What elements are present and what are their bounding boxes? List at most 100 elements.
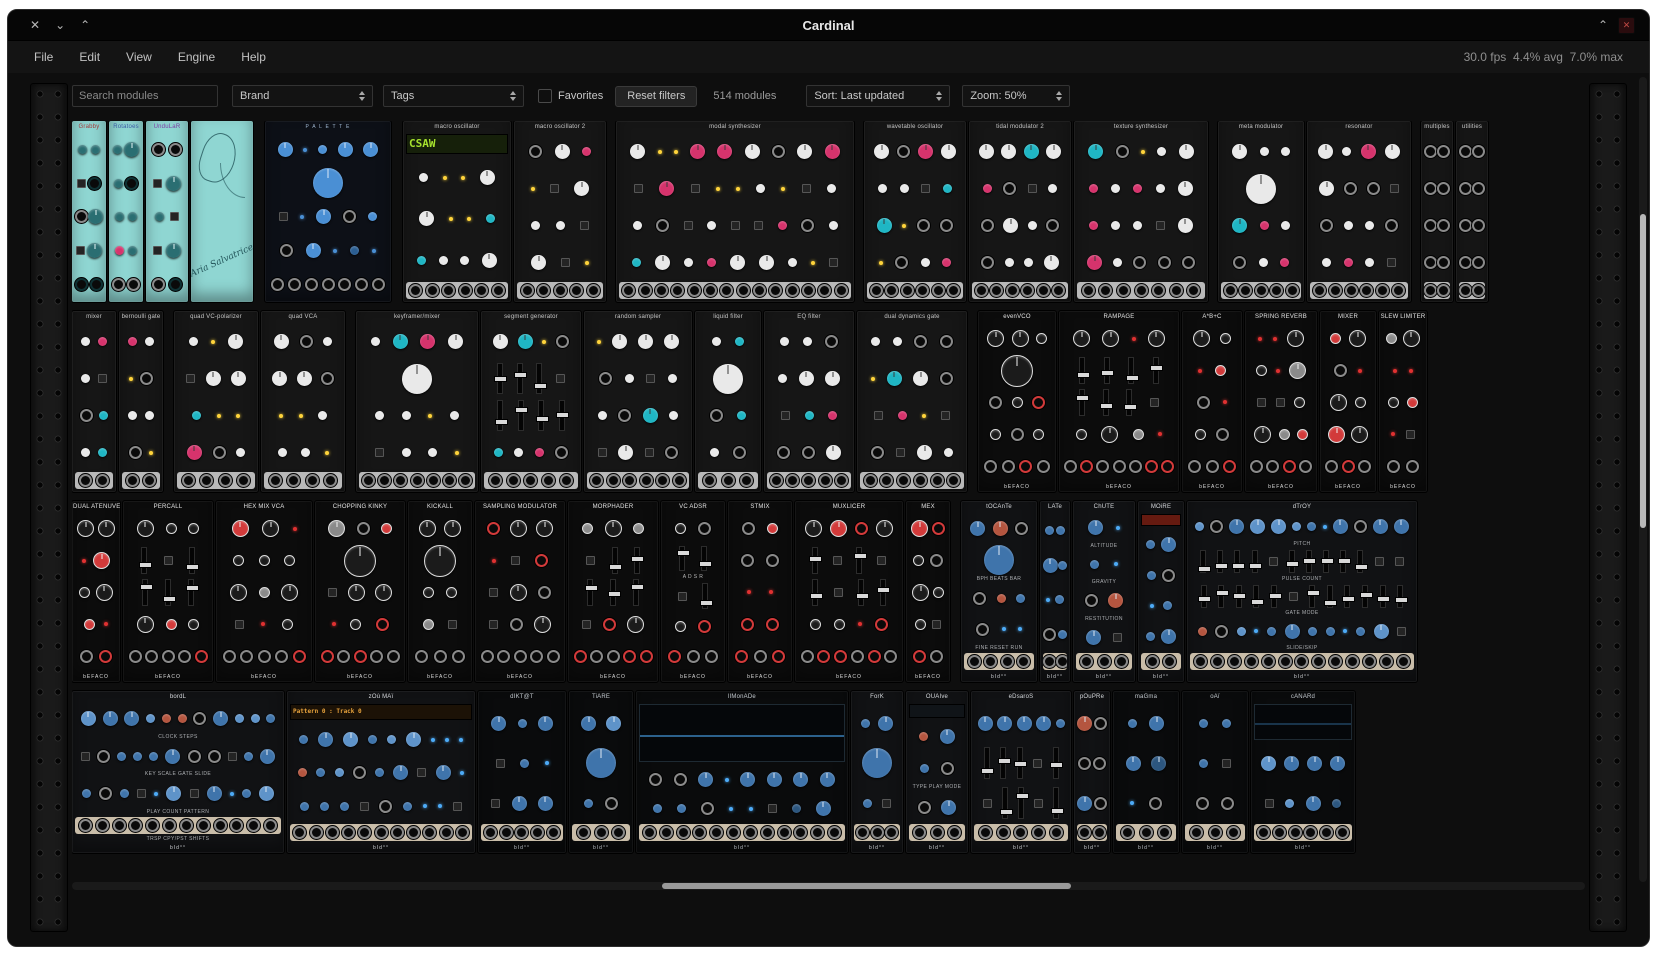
menu-file[interactable]: File <box>34 50 53 64</box>
panel-label: A D S R <box>663 574 723 581</box>
button <box>511 556 520 565</box>
module-title: MORPHADER <box>568 501 658 512</box>
knob <box>446 587 457 598</box>
tags-dropdown[interactable]: Tags <box>383 85 524 107</box>
module-mex[interactable]: MEXbEFACO <box>906 501 950 682</box>
menu-view[interactable]: View <box>126 50 152 64</box>
module-aria-salvatrice[interactable]: Aria Salvatrice <box>191 121 253 302</box>
search-input[interactable] <box>72 85 218 107</box>
module-tiare[interactable]: TiAREbId°° <box>569 691 633 853</box>
jack <box>801 650 814 663</box>
knob <box>919 732 928 741</box>
module-title: macro oscillator 2 <box>514 121 606 132</box>
module-bordl[interactable]: bordLCLOCK STEPSKEY SCALE GATE SLIDEPLAY… <box>72 691 284 853</box>
module-morphader[interactable]: MORPHADERbEFACO <box>568 501 658 682</box>
menu-edit[interactable]: Edit <box>79 50 100 64</box>
module-undular[interactable]: UnduLaR <box>146 121 188 302</box>
favorites-toggle[interactable]: Favorites <box>538 89 603 103</box>
menu-engine[interactable]: Engine <box>178 50 215 64</box>
module-edsaros[interactable]: eDsaroSbId°° <box>971 691 1071 853</box>
module-quad-vca[interactable]: quad VCA <box>261 311 345 492</box>
module-slew-limiter[interactable]: SLEW LIMITERbEFACO <box>1379 311 1427 492</box>
favorites-checkbox[interactable] <box>538 89 552 103</box>
module-grabby[interactable]: Grabby <box>72 121 106 302</box>
module-tocante[interactable]: tOCAnTeBPH BEATS BARFINE RESET RUNbId°° <box>961 501 1037 682</box>
module-muxlicer[interactable]: MUXLICERbEFACO <box>795 501 903 682</box>
module-keyframer-mixer[interactable]: keyframer/mixer <box>356 311 478 492</box>
module-bernoulli-gate[interactable]: bernoulli gate <box>119 311 163 492</box>
module-percall[interactable]: PERCALLbEFACO <box>123 501 213 682</box>
vertical-scrollbar-thumb[interactable] <box>1640 214 1646 528</box>
module-ouaive[interactable]: OUAIveTYPE PLAY MODEbId°° <box>906 691 968 853</box>
module-eq-filter[interactable]: EQ filter <box>764 311 854 492</box>
module-vc-adsr[interactable]: VC ADSRA D S RbEFACO <box>661 501 725 682</box>
module-moire[interactable]: MOiREbId°° <box>1138 501 1184 682</box>
jack <box>1145 460 1158 473</box>
module-dual-atenuverter[interactable]: DUAL ATENUVERTERbEFACO <box>72 501 120 682</box>
module-magma[interactable]: maGmabId°° <box>1113 691 1179 853</box>
module-modal-synthesizer[interactable]: modal synthesizer <box>616 121 854 302</box>
zoom-dropdown[interactable]: Zoom: 50% <box>962 85 1070 107</box>
module-limonade[interactable]: lIMonADebId°° <box>636 691 848 853</box>
button <box>1269 557 1278 566</box>
module-kickall[interactable]: KICKALLbEFACO <box>408 501 472 682</box>
module-dual-dynamics-gate[interactable]: dual dynamics gate <box>857 311 967 492</box>
horizontal-scrollbar-thumb[interactable] <box>662 883 1071 889</box>
module-hex-mix-vca[interactable]: HEX MIX VCAbEFACO <box>216 501 312 682</box>
module-title: segment generator <box>481 311 581 322</box>
module-macro-oscillator[interactable]: macro oscillatorCSAW <box>403 121 511 302</box>
module-rotatoes[interactable]: Rotatoes <box>109 121 143 302</box>
module-quad-vc-polarizer[interactable]: quad VC-polarizer <box>174 311 258 492</box>
module-poupre[interactable]: pOuPRebId°° <box>1074 691 1110 853</box>
module-rampage[interactable]: RAMPAGEbEFACO <box>1059 311 1179 492</box>
module-wavetable-oscillator[interactable]: wavetable oscillator <box>864 121 966 302</box>
module-multiples[interactable]: multiples <box>1421 121 1453 302</box>
jack <box>913 650 926 663</box>
module-zo-ma[interactable]: zOù MAïPattern 0 : Track 0bId°° <box>287 691 475 853</box>
module-tidal-modulator-2[interactable]: tidal modulator 2 <box>969 121 1071 302</box>
jack <box>1190 826 1203 839</box>
module-utilities[interactable]: utilities <box>1456 121 1488 302</box>
module-oa[interactable]: oAïbId°° <box>1182 691 1248 853</box>
module-dtroy[interactable]: dTrOYPITCHPULSE COUNTGATE MODESLIDE/SKIP… <box>1187 501 1417 682</box>
module-mixer[interactable]: mixer <box>72 311 116 492</box>
module-evenvco[interactable]: evenVCObEFACO <box>978 311 1056 492</box>
session-badge-icon[interactable]: ✕ <box>1618 17 1635 34</box>
module-sampling-modulator[interactable]: SAMPLING MODULATORbEFACO <box>475 501 565 682</box>
knob <box>188 619 199 630</box>
horizontal-scrollbar[interactable] <box>72 882 1585 890</box>
module-mixer[interactable]: MIXERbEFACO <box>1320 311 1376 492</box>
module-random-sampler[interactable]: random sampler <box>584 311 692 492</box>
module-chute[interactable]: ChUTEALTITUDEGRAVITYRESTITUTIONbId°° <box>1073 501 1135 682</box>
module-resonator[interactable]: resonator <box>1307 121 1411 302</box>
module-meta-modulator[interactable]: meta modulator <box>1218 121 1304 302</box>
module-late[interactable]: LATebId°° <box>1040 501 1070 682</box>
module-dikt-t[interactable]: dIKT@TbId°° <box>478 691 566 853</box>
menu-help[interactable]: Help <box>241 50 266 64</box>
module-p-a-l-e-t-t-e[interactable]: P A L E T T E <box>265 121 391 302</box>
module-chopping-kinky[interactable]: CHOPPING KINKYbEFACO <box>315 501 405 682</box>
sort-dropdown[interactable]: Sort: Last updated <box>806 85 950 107</box>
jack <box>704 284 717 297</box>
reset-filters-button[interactable]: Reset filters <box>615 86 697 107</box>
jack <box>182 474 195 487</box>
module-a-b-c[interactable]: A*B+CbEFACO <box>1182 311 1242 492</box>
module-display <box>1141 514 1181 526</box>
module-segment-generator[interactable]: segment generator <box>481 311 581 492</box>
jack <box>193 712 206 725</box>
brand-dropdown[interactable]: Brand <box>232 85 373 107</box>
module-texture-synthesizer[interactable]: texture synthesizer <box>1074 121 1208 302</box>
knob <box>318 145 327 154</box>
module-spring-reverb[interactable]: SPRING REVERBbEFACO <box>1245 311 1317 492</box>
vertical-scrollbar[interactable] <box>1639 77 1647 882</box>
raise-window-icon[interactable]: ⌃ <box>1598 18 1608 32</box>
knob <box>874 144 889 159</box>
jack <box>880 474 893 487</box>
module-stmix[interactable]: STMIXbEFACO <box>728 501 792 682</box>
module-macro-oscillator-2[interactable]: macro oscillator 2 <box>514 121 606 302</box>
jack <box>560 474 573 487</box>
module-liquid-filter[interactable]: liquid filter <box>695 311 761 492</box>
button <box>137 789 146 798</box>
module-canard[interactable]: cANARdbId°° <box>1251 691 1355 853</box>
module-fork[interactable]: ForKbId°° <box>851 691 903 853</box>
